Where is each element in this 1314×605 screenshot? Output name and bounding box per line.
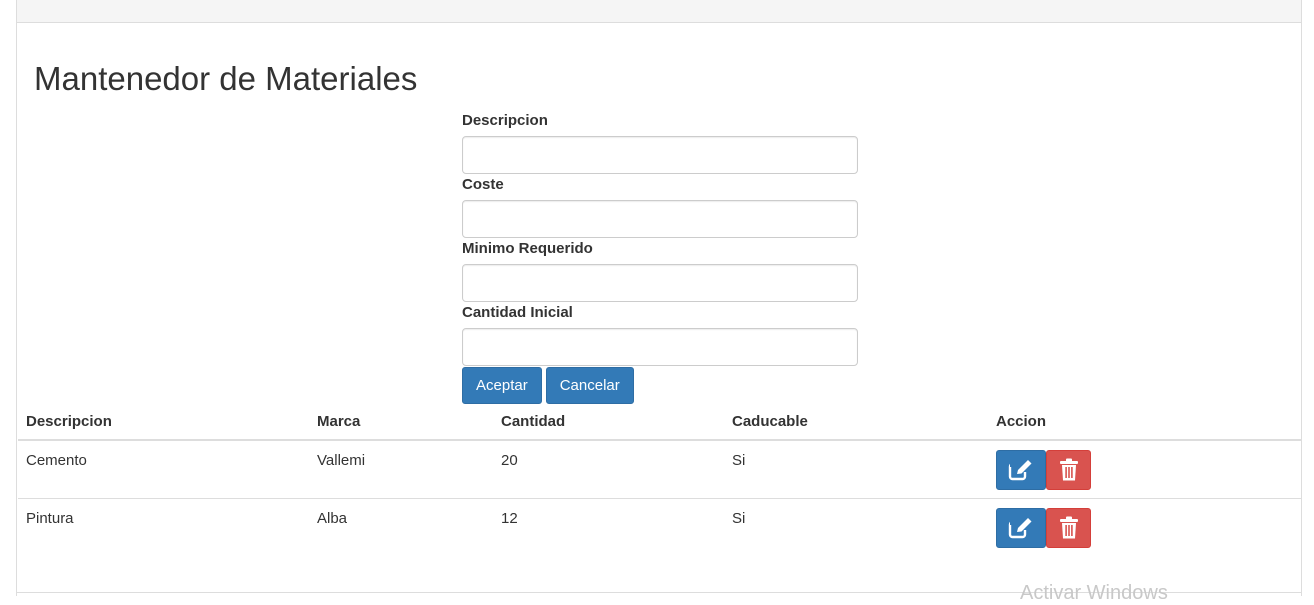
- delete-button[interactable]: [1046, 450, 1091, 490]
- cancelar-button[interactable]: Cancelar: [545, 367, 634, 404]
- material-form: Descripcion Coste Minimo Requerido Canti…: [462, 112, 858, 404]
- activation-watermark: Activar Windows: [1020, 582, 1168, 604]
- minimo-requerido-label: Minimo Requerido: [462, 240, 593, 257]
- header-accion: Accion: [988, 403, 1302, 441]
- header-marca: Marca: [309, 403, 493, 441]
- edit-icon: [1008, 518, 1032, 539]
- coste-input[interactable]: [462, 200, 858, 238]
- edit-button[interactable]: [996, 508, 1046, 548]
- header-caducable: Caducable: [724, 403, 988, 441]
- header-cantidad: Cantidad: [493, 403, 724, 441]
- edit-icon: [1008, 460, 1032, 481]
- cell-accion: [988, 498, 1302, 556]
- cell-cantidad: 12: [493, 498, 724, 556]
- form-buttons: Aceptar Cancelar: [462, 367, 858, 404]
- cantidad-inicial-input[interactable]: [462, 328, 858, 366]
- cell-marca: Alba: [309, 498, 493, 556]
- cell-caducable: Si: [724, 439, 988, 499]
- trash-icon: [1059, 516, 1078, 539]
- cell-descripcion: Pintura: [18, 498, 309, 556]
- main-panel: Mantenedor de Materiales Descripcion Cos…: [16, 0, 1302, 596]
- table-row: Pintura Alba 12 Si: [18, 498, 1302, 556]
- page-title: Mantenedor de Materiales: [34, 60, 418, 97]
- delete-button[interactable]: [1046, 508, 1091, 548]
- table-header-row: Descripcion Marca Cantidad Caducable Acc…: [18, 403, 1302, 441]
- aceptar-button[interactable]: Aceptar: [462, 367, 542, 404]
- materials-table-container: Descripcion Marca Cantidad Caducable Acc…: [18, 403, 1302, 556]
- panel-heading: [17, 0, 1301, 23]
- cantidad-inicial-label: Cantidad Inicial: [462, 304, 573, 321]
- table-row: Cemento Vallemi 20 Si: [18, 439, 1302, 499]
- trash-icon: [1059, 458, 1078, 481]
- header-descripcion: Descripcion: [18, 403, 309, 441]
- minimo-requerido-input[interactable]: [462, 264, 858, 302]
- cell-marca: Vallemi: [309, 439, 493, 499]
- descripcion-input[interactable]: [462, 136, 858, 174]
- materials-table: Descripcion Marca Cantidad Caducable Acc…: [18, 403, 1302, 556]
- cell-descripcion: Cemento: [18, 439, 309, 499]
- coste-label: Coste: [462, 176, 504, 193]
- cell-accion: [988, 439, 1302, 499]
- descripcion-label: Descripcion: [462, 112, 548, 129]
- cell-cantidad: 20: [493, 439, 724, 499]
- cell-caducable: Si: [724, 498, 988, 556]
- edit-button[interactable]: [996, 450, 1046, 490]
